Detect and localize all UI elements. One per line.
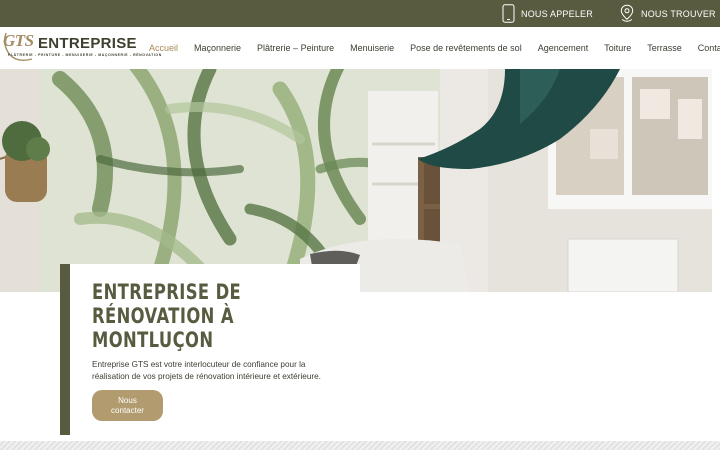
main-nav: Accueil Maçonnerie Plâtrerie – Peinture … (149, 27, 720, 69)
nav-item-contact[interactable]: Contact (698, 43, 720, 53)
top-utility-bar: NOUS APPELER NOUS TROUVER (0, 0, 720, 27)
intro-card: ENTREPRISE DE RÉNOVATION À MONTLUÇON Ent… (70, 264, 360, 435)
nav-item-toiture[interactable]: Toiture (604, 43, 631, 53)
nav-item-accueil[interactable]: Accueil (149, 43, 178, 53)
find-us-link[interactable]: NOUS TROUVER (619, 0, 716, 27)
call-us-label: NOUS APPELER (521, 8, 593, 19)
intro-accent-bar (60, 264, 70, 435)
phone-icon (502, 4, 515, 23)
nav-item-agencement[interactable]: Agencement (538, 43, 589, 53)
logo-wordmark: ENTREPRISE (38, 35, 137, 52)
call-us-link[interactable]: NOUS APPELER (502, 0, 593, 27)
site-header: GTS ENTREPRISE PLÂTRERIE - PEINTURE - ME… (0, 27, 720, 69)
nav-item-maconnerie[interactable]: Maçonnerie (194, 43, 241, 53)
map-pin-icon (620, 4, 634, 22)
hero-image (0, 69, 712, 292)
nav-item-platrerie-peinture[interactable]: Plâtrerie – Peinture (257, 43, 334, 53)
section-divider (0, 441, 720, 450)
nav-item-terrasse[interactable]: Terrasse (647, 43, 682, 53)
logo-mark: GTS (3, 31, 34, 50)
bedroom-photo (0, 69, 712, 292)
intro-text: Entreprise GTS est votre interlocuteur d… (92, 360, 321, 381)
nav-item-menuiserie[interactable]: Menuiserie (350, 43, 394, 53)
site-logo[interactable]: GTS ENTREPRISE PLÂTRERIE - PEINTURE - ME… (3, 29, 161, 65)
contact-us-button[interactable]: Nous contacter (92, 390, 163, 421)
find-us-label: NOUS TROUVER (641, 8, 716, 19)
intro-title: ENTREPRISE DE RÉNOVATION À MONTLUÇON (92, 280, 242, 352)
nav-item-revetements-sol[interactable]: Pose de revêtements de sol (410, 43, 522, 53)
logo-tagline: PLÂTRERIE - PEINTURE - MENUISERIE - MAÇO… (8, 53, 162, 57)
